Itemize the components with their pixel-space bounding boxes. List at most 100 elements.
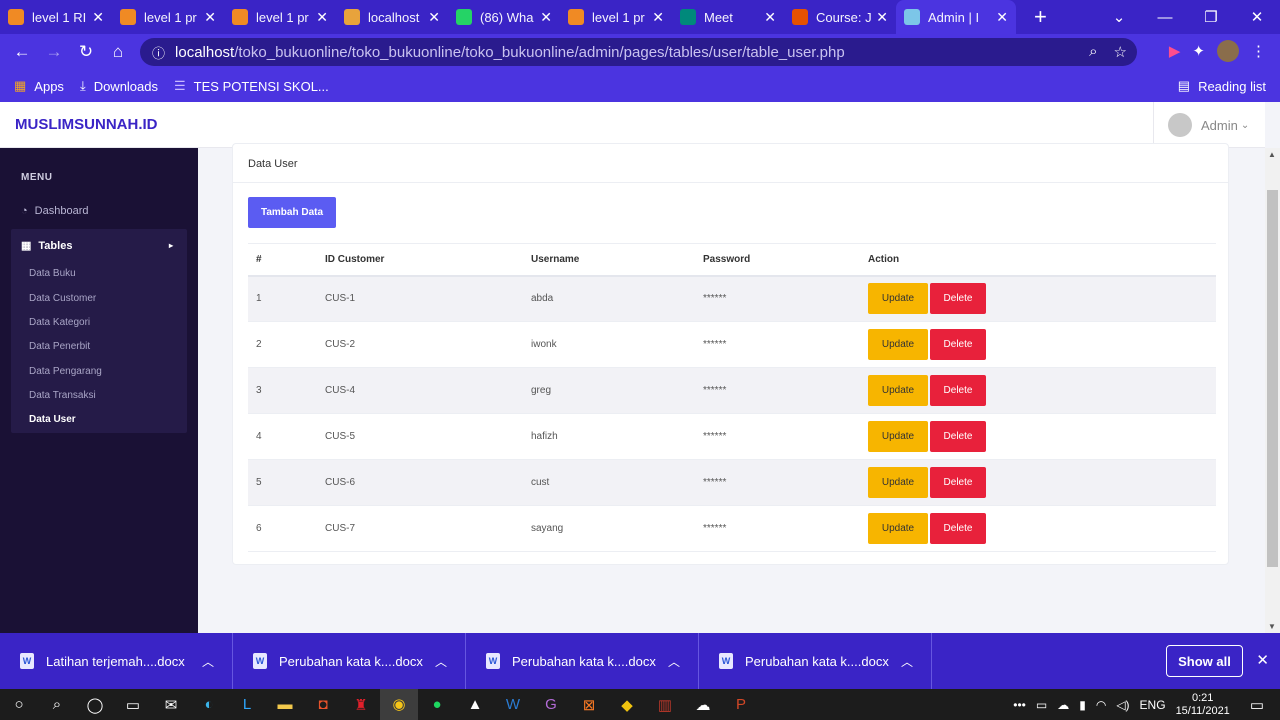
word-icon[interactable]: W: [494, 696, 532, 713]
clock[interactable]: 0:21 15/11/2021: [1176, 692, 1230, 718]
download-item[interactable]: W Perubahan kata k....docx ︿: [233, 633, 466, 689]
chevron-up-icon[interactable]: ︿: [901, 653, 913, 670]
close-downloads-icon[interactable]: ✕: [1256, 651, 1269, 669]
show-all-button[interactable]: Show all: [1166, 645, 1243, 677]
avatar[interactable]: [1217, 40, 1239, 62]
chevron-up-icon[interactable]: ︿: [668, 653, 680, 670]
update-button[interactable]: Update: [868, 329, 928, 360]
office-icon[interactable]: ◘: [304, 696, 342, 713]
zoom-icon[interactable]: ⌕: [1089, 43, 1097, 61]
tab-close-icon[interactable]: ✕: [652, 9, 664, 26]
xampp-icon[interactable]: ⊠: [570, 696, 608, 714]
back-icon[interactable]: ←: [6, 42, 38, 62]
chrome-icon[interactable]: ◉: [380, 689, 418, 720]
start-icon[interactable]: ○: [0, 696, 38, 713]
wifi-icon[interactable]: ◠: [1096, 698, 1106, 712]
browser-tab[interactable]: (86) Wha ✕: [448, 0, 560, 34]
overflow-icon[interactable]: •••: [1013, 698, 1026, 712]
git-icon[interactable]: ◆: [608, 696, 646, 714]
tab-close-icon[interactable]: ✕: [764, 9, 776, 26]
mic-icon[interactable]: ▮: [1079, 698, 1086, 712]
add-data-button[interactable]: Tambah Data: [248, 197, 336, 228]
reading-list[interactable]: ▤ Reading list: [1178, 78, 1266, 94]
delete-button[interactable]: Delete: [930, 329, 986, 360]
spotify-icon[interactable]: ●: [418, 696, 456, 713]
bookmark-downloads[interactable]: ⤓ Downloads: [80, 78, 158, 94]
profile-icon[interactable]: ⌄: [1096, 8, 1142, 26]
close-window-button[interactable]: ✕: [1234, 8, 1280, 26]
update-button[interactable]: Update: [868, 283, 928, 315]
app-g-icon[interactable]: G: [532, 696, 570, 713]
scrollbar-thumb[interactable]: [1267, 190, 1278, 567]
delete-button[interactable]: Delete: [930, 283, 986, 315]
restore-button[interactable]: ❐: [1188, 8, 1234, 26]
info-icon[interactable]: ⓘ: [152, 43, 165, 62]
tab-close-icon[interactable]: ✕: [92, 9, 104, 26]
browser-tab[interactable]: level 1 pr ✕: [112, 0, 224, 34]
sidebar-subitem[interactable]: Data Customer: [29, 293, 96, 304]
delete-button[interactable]: Delete: [930, 513, 986, 544]
language-indicator[interactable]: ENG: [1140, 698, 1166, 712]
menu-icon[interactable]: ⋮: [1251, 42, 1266, 60]
tab-close-icon[interactable]: ✕: [876, 9, 888, 26]
edge-icon[interactable]: ◐: [190, 696, 228, 713]
tab-close-icon[interactable]: ✕: [996, 9, 1008, 26]
sidebar-item-dashboard[interactable]: ◔ Dashboard: [21, 205, 88, 217]
chevron-up-icon[interactable]: ︿: [435, 653, 447, 670]
browser-tab[interactable]: Course: J ✕: [784, 0, 896, 34]
download-item[interactable]: W Perubahan kata k....docx ︿: [699, 633, 932, 689]
scrollbar[interactable]: ▲ ▼: [1265, 148, 1280, 633]
tab-close-icon[interactable]: ✕: [204, 9, 216, 26]
mcafee-icon[interactable]: ♜: [342, 696, 380, 714]
sidebar-subitem[interactable]: Data User: [29, 414, 76, 425]
browser-tab[interactable]: level 1 pr ✕: [560, 0, 672, 34]
sidebar-subitem[interactable]: Data Pengarang: [29, 366, 102, 377]
volume-icon[interactable]: ◁): [1116, 698, 1129, 712]
extension-icon[interactable]: ▶: [1169, 42, 1181, 60]
battery-icon[interactable]: ▭: [1036, 698, 1047, 712]
app-cloud-icon[interactable]: ☁: [684, 696, 722, 714]
sidebar-subitem[interactable]: Data Transaksi: [29, 390, 96, 401]
task-view-icon[interactable]: ▭: [114, 696, 152, 714]
url-input[interactable]: ⓘ localhost /toko_bukuonline/toko_bukuon…: [140, 38, 1137, 66]
bookmark-star-icon[interactable]: ☆: [1114, 43, 1127, 61]
bookmark-tes[interactable]: ☰ TES POTENSI SKOL...: [174, 78, 329, 94]
reload-icon[interactable]: ↻: [70, 42, 102, 62]
powerpoint-icon[interactable]: P: [722, 696, 760, 713]
mail-icon[interactable]: ✉: [152, 696, 190, 714]
sidebar-item-tables[interactable]: ▦ Tables ▸: [21, 239, 173, 253]
update-button[interactable]: Update: [868, 375, 928, 406]
browser-tab[interactable]: Meet ✕: [672, 0, 784, 34]
browser-tab[interactable]: level 1 RI ✕: [0, 0, 112, 34]
tab-close-icon[interactable]: ✕: [540, 9, 552, 26]
download-item[interactable]: W Latihan terjemah....docx ︿: [0, 633, 233, 689]
notification-icon[interactable]: ▭: [1250, 696, 1264, 714]
sidebar-subitem[interactable]: Data Buku: [29, 268, 76, 279]
update-button[interactable]: Update: [868, 467, 928, 498]
home-icon[interactable]: ⌂: [102, 42, 134, 62]
app-l-icon[interactable]: L: [228, 696, 266, 713]
brand-logo[interactable]: MUSLIMSUNNAH.ID: [15, 116, 158, 133]
cloud-icon[interactable]: ☁: [1057, 698, 1069, 712]
tab-close-icon[interactable]: ✕: [428, 9, 440, 26]
winrar-icon[interactable]: ▥: [646, 696, 684, 714]
tab-close-icon[interactable]: ✕: [316, 9, 328, 26]
photos-icon[interactable]: ▲: [456, 696, 494, 713]
forward-icon[interactable]: →: [38, 42, 70, 62]
delete-button[interactable]: Delete: [930, 375, 986, 406]
puzzle-icon[interactable]: ✦: [1192, 42, 1205, 60]
download-item[interactable]: W Perubahan kata k....docx ︿: [466, 633, 699, 689]
file-explorer-icon[interactable]: ▬: [266, 696, 304, 713]
new-tab-button[interactable]: +: [1034, 4, 1047, 30]
update-button[interactable]: Update: [868, 513, 928, 544]
update-button[interactable]: Update: [868, 421, 928, 452]
admin-menu[interactable]: Admin ⌄: [1153, 102, 1265, 148]
chevron-up-icon[interactable]: ︿: [202, 653, 214, 670]
minimize-button[interactable]: —: [1142, 9, 1188, 26]
delete-button[interactable]: Delete: [930, 467, 986, 498]
browser-tab[interactable]: level 1 pr ✕: [224, 0, 336, 34]
delete-button[interactable]: Delete: [930, 421, 986, 452]
browser-tab[interactable]: localhost ✕: [336, 0, 448, 34]
search-icon[interactable]: ⌕: [38, 696, 76, 713]
scroll-down-icon[interactable]: ▼: [1268, 622, 1276, 631]
